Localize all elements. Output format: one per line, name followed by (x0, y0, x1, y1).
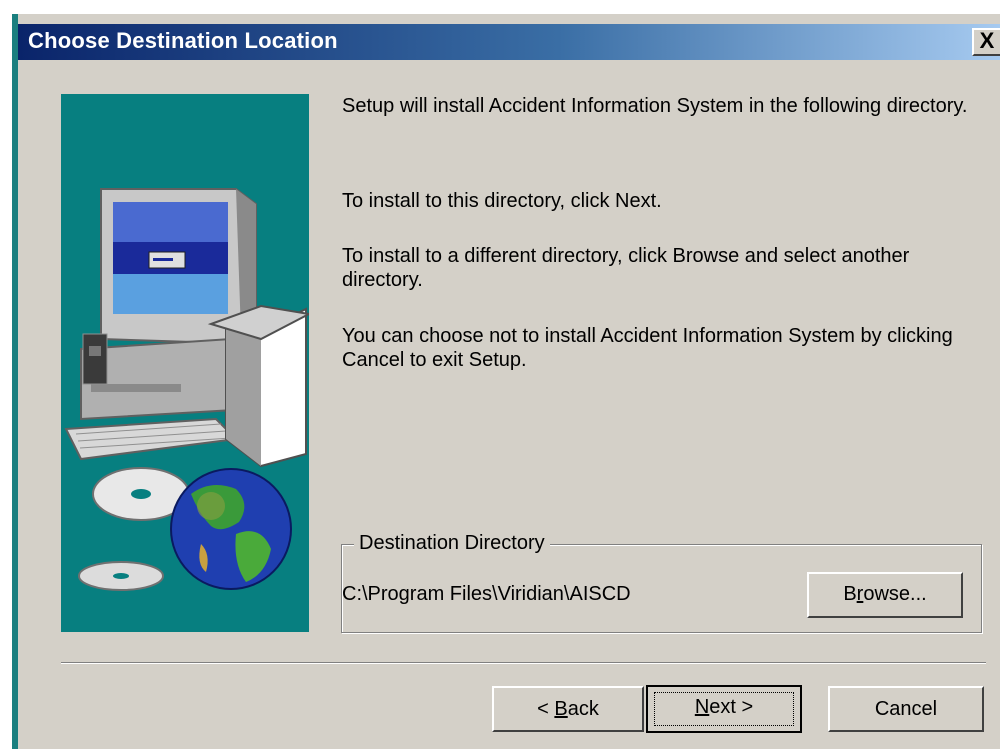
computer-illustration (64, 188, 313, 591)
instruction-paragraph-4: You can choose not to install Accident I… (342, 325, 953, 371)
next-button[interactable]: Next > (646, 685, 802, 733)
browse-button[interactable]: Browse... (807, 572, 963, 618)
close-button[interactable]: X (972, 28, 1000, 56)
close-icon: X (979, 28, 995, 53)
window-title: Choose Destination Location (28, 28, 338, 53)
setup-dialog: Choose Destination Location X Setup will… (12, 14, 1000, 749)
separator-line (61, 662, 986, 664)
title-bar[interactable]: Choose Destination Location X (18, 24, 1000, 60)
instruction-paragraph-2: To install to this directory, click Next… (342, 190, 662, 212)
back-button[interactable]: < Back (492, 686, 644, 732)
group-label: Destination Directory (354, 532, 550, 555)
focus-rectangle (654, 692, 794, 726)
setup-illustration (61, 94, 313, 632)
cancel-button[interactable]: Cancel (828, 686, 984, 732)
globe-illustration (170, 468, 292, 590)
instruction-paragraph-3: To install to a different directory, cli… (342, 245, 910, 291)
instruction-paragraph-1: Setup will install Accident Information … (342, 95, 968, 117)
destination-path: C:\Program Files\Viridian\AISCD (342, 583, 631, 605)
destination-directory-group: Destination Directory C:\Program Files\V… (341, 532, 982, 633)
